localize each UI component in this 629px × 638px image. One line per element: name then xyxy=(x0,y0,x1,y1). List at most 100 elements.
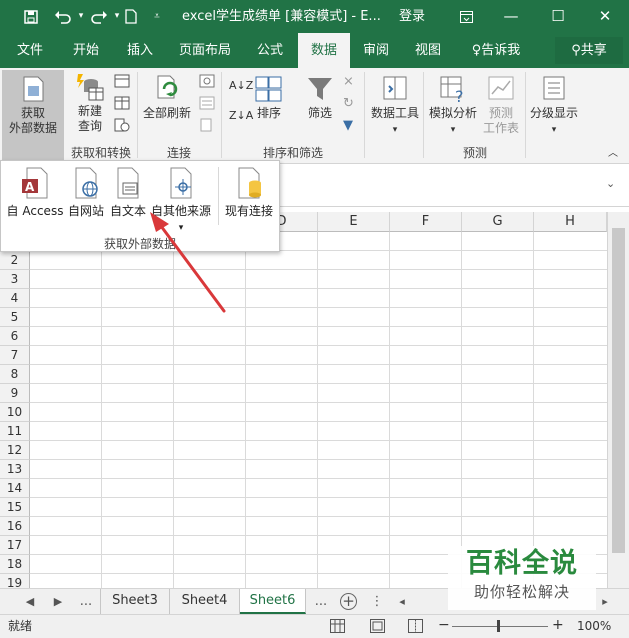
tab-file[interactable]: 文件 xyxy=(6,33,54,68)
row-header[interactable]: 15 xyxy=(0,498,30,517)
tab-page-layout[interactable]: 页面布局 xyxy=(174,33,236,68)
filter-button[interactable]: 筛选 xyxy=(303,74,337,121)
group-connections: 连接 xyxy=(166,146,191,160)
undo-dropdown-icon[interactable]: ▾ xyxy=(76,0,86,33)
add-sheet-icon[interactable]: + xyxy=(340,593,357,610)
sheet-tab-sheet3[interactable]: Sheet3 xyxy=(100,589,170,614)
sheet-tab-sheet4[interactable]: Sheet4 xyxy=(170,589,240,614)
normal-view-icon[interactable] xyxy=(330,619,345,636)
outline-dropdown-icon: ▾ xyxy=(551,125,557,135)
tab-home[interactable]: 开始 xyxy=(62,33,110,68)
next-sheet-icon[interactable]: ▶ xyxy=(50,589,66,615)
scroll-left-icon[interactable]: ◂ xyxy=(395,589,409,615)
row-header[interactable]: 6 xyxy=(0,327,30,346)
get-external-data-label: 获取 外部数据 xyxy=(8,106,57,135)
share-button[interactable]: ⚲共享 xyxy=(555,37,623,64)
column-header-e[interactable]: E xyxy=(318,212,390,232)
page-layout-view-icon[interactable] xyxy=(370,619,385,636)
sort-button[interactable]: 排序 xyxy=(252,74,286,121)
zoom-slider-track[interactable] xyxy=(452,626,548,627)
sheet-tab-sheet6[interactable]: Sheet6 xyxy=(240,589,306,614)
row-header[interactable]: 5 xyxy=(0,308,30,327)
column-header-f[interactable]: F xyxy=(390,212,462,232)
row-header[interactable]: 16 xyxy=(0,517,30,536)
tab-review[interactable]: 审阅 xyxy=(354,33,398,68)
row-header[interactable]: 19 xyxy=(0,574,30,588)
data-tools-button[interactable]: 数据工具 ▾ xyxy=(368,74,422,138)
forecast-sheet-label: 预测 工作表 xyxy=(482,106,519,135)
what-if-label: 模拟分析 xyxy=(428,106,477,120)
row-header[interactable]: 14 xyxy=(0,479,30,498)
ribbon: 获取 外部数据 新建 查询 获取和转换 全部刷新 连接 A↓Z Z↓A 排序 筛… xyxy=(0,68,629,164)
row-header[interactable]: 17 xyxy=(0,536,30,555)
worksheet-grid[interactable]: D E F G H 2 3 4 5 6 7 8 9 10 11 12 13 14… xyxy=(0,212,607,588)
tab-view[interactable]: 视图 xyxy=(406,33,450,68)
get-external-data-button[interactable]: 获取 外部数据 xyxy=(2,70,64,162)
prev-sheet-icon[interactable]: ◀ xyxy=(22,589,38,615)
outline-button[interactable]: 分级显示 ▾ xyxy=(528,74,580,138)
what-if-analysis-button[interactable]: ? 模拟分析 ▾ xyxy=(427,74,479,138)
customize-qat-icon[interactable]: ⩡ xyxy=(150,0,164,33)
sheet-ellipsis-right[interactable]: ... xyxy=(311,589,331,615)
from-access-label: 自 Access xyxy=(6,204,64,218)
close-icon[interactable]: ✕ xyxy=(594,0,616,33)
column-header-g[interactable]: G xyxy=(462,212,534,232)
tab-tell-me[interactable]: ♀告诉我 xyxy=(466,33,526,68)
collapse-ribbon-icon[interactable]: ︿ xyxy=(608,146,618,161)
from-access-button[interactable]: A 自 Access xyxy=(5,167,65,219)
scroll-right-icon[interactable]: ▸ xyxy=(598,589,612,615)
ribbon-display-icon[interactable] xyxy=(455,0,477,33)
from-other-sources-button[interactable]: 自其他来源 ▾ xyxy=(149,167,213,233)
advanced-filter-icon[interactable]: ▼ xyxy=(343,118,353,133)
from-web-button[interactable]: 自网站 xyxy=(65,167,107,219)
column-header-h[interactable]: H xyxy=(534,212,607,232)
row-header[interactable]: 2 xyxy=(0,251,30,270)
get-external-data-dropdown: A 自 Access 自网站 自文本 自其他来源 ▾ 现有连接 获取外部数据 xyxy=(0,160,280,252)
new-file-icon[interactable] xyxy=(120,0,142,33)
row-header[interactable]: 13 xyxy=(0,460,30,479)
maximize-icon[interactable]: ☐ xyxy=(547,0,569,33)
row-header[interactable]: 9 xyxy=(0,384,30,403)
tab-formulas[interactable]: 公式 xyxy=(246,33,294,68)
ribbon-tabs: 文件 开始 插入 页面布局 公式 数据 审阅 视图 ♀告诉我 ⚲共享 xyxy=(0,33,629,68)
recent-sources-icon[interactable] xyxy=(114,118,130,132)
login-link[interactable]: 登录 xyxy=(399,0,425,33)
row-header[interactable]: 11 xyxy=(0,422,30,441)
zoom-in-icon[interactable]: + xyxy=(552,617,564,633)
existing-connections-button[interactable]: 现有连接 xyxy=(221,167,277,219)
tab-split-handle[interactable]: ⋮ xyxy=(367,589,387,615)
sort-ascending-icon[interactable]: A↓Z xyxy=(229,78,253,93)
redo-icon[interactable] xyxy=(86,0,112,33)
minimize-icon[interactable]: — xyxy=(500,0,522,33)
undo-icon[interactable] xyxy=(50,0,76,33)
filter-label: 筛选 xyxy=(307,106,332,120)
row-header[interactable]: 12 xyxy=(0,441,30,460)
save-icon[interactable] xyxy=(20,0,42,33)
row-header[interactable]: 4 xyxy=(0,289,30,308)
refresh-all-button[interactable]: 全部刷新 xyxy=(141,74,193,121)
from-table-icon[interactable] xyxy=(114,96,130,110)
row-header[interactable]: 18 xyxy=(0,555,30,574)
row-header[interactable]: 10 xyxy=(0,403,30,422)
zoom-out-icon[interactable]: − xyxy=(438,617,450,633)
zoom-slider-thumb[interactable] xyxy=(497,620,500,632)
vertical-scrollbar[interactable] xyxy=(607,212,629,588)
gridline xyxy=(30,364,607,365)
row-header[interactable]: 7 xyxy=(0,346,30,365)
tab-data[interactable]: 数据 xyxy=(298,33,350,68)
row-header[interactable]: 8 xyxy=(0,365,30,384)
page-break-view-icon[interactable] xyxy=(408,619,423,636)
expand-formula-bar-icon[interactable]: ⌄ xyxy=(606,177,615,190)
reapply-filter-icon: ↻ xyxy=(343,96,354,111)
new-query-button[interactable]: 新建 查询 xyxy=(70,72,110,134)
from-text-button[interactable]: 自文本 xyxy=(107,167,149,219)
row-header[interactable]: 3 xyxy=(0,270,30,289)
tab-insert[interactable]: 插入 xyxy=(116,33,164,68)
connections-icon[interactable] xyxy=(199,74,215,88)
sheet-ellipsis-left[interactable]: ... xyxy=(76,589,96,615)
show-queries-icon[interactable] xyxy=(114,74,130,88)
sort-descending-icon[interactable]: Z↓A xyxy=(229,108,253,123)
zoom-level[interactable]: 100% xyxy=(577,615,611,638)
vertical-scroll-thumb[interactable] xyxy=(612,228,625,553)
new-query-label: 新建 查询 xyxy=(77,104,102,133)
